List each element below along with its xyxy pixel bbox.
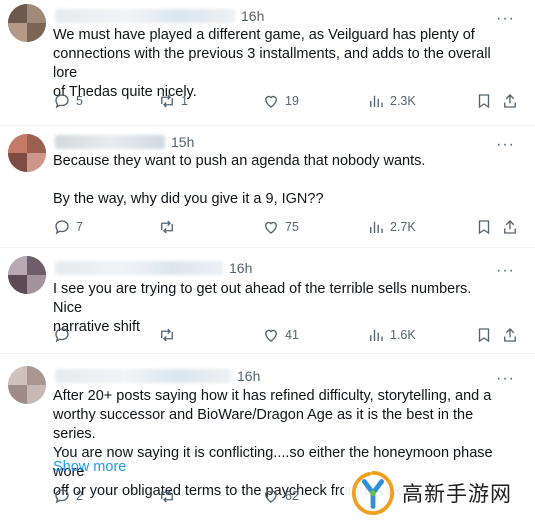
repost-icon xyxy=(161,94,173,108)
tweet-text: We must have played a different game, as… xyxy=(53,27,491,100)
like-button[interactable]: 62 xyxy=(262,487,299,505)
share-button[interactable] xyxy=(501,326,519,344)
views-count: 1.6K xyxy=(390,328,416,342)
reply-icon xyxy=(55,489,69,504)
bookmark-icon xyxy=(478,328,490,343)
like-count: 75 xyxy=(285,220,299,234)
bookmark-button[interactable] xyxy=(475,92,493,110)
timestamp[interactable]: 15h xyxy=(171,134,194,150)
reply-icon xyxy=(55,94,69,109)
author-name-blurred[interactable] xyxy=(55,369,231,383)
tweet-1[interactable]: 16h ··· We must have played a different … xyxy=(0,0,535,126)
tweet-2[interactable]: 15h ··· Because they want to push an age… xyxy=(0,126,535,248)
repost-count: 1 xyxy=(181,94,188,108)
views-icon xyxy=(370,329,383,341)
like-count: 62 xyxy=(285,489,299,503)
tweet-text: Because they want to push an agenda that… xyxy=(53,153,426,207)
avatar[interactable] xyxy=(8,4,46,42)
more-options-icon[interactable]: ··· xyxy=(496,11,515,27)
watermark-text: 高新手游网 xyxy=(402,482,512,506)
tweet-actions: 7 75 2.7K xyxy=(53,218,523,238)
tweet-header: 15h xyxy=(55,132,194,152)
heart-icon xyxy=(265,95,277,108)
repost-button[interactable] xyxy=(158,487,181,505)
repost-button[interactable] xyxy=(158,326,181,344)
views-button[interactable]: 2.7K xyxy=(367,218,416,236)
views-button[interactable]: 2.3K xyxy=(367,92,416,110)
reply-count: 2 xyxy=(76,489,83,503)
watermark-logo-icon xyxy=(351,470,395,516)
reply-button[interactable]: 5 xyxy=(53,92,83,110)
avatar[interactable] xyxy=(8,366,46,404)
share-button[interactable] xyxy=(501,92,519,110)
heart-icon xyxy=(265,329,277,342)
avatar[interactable] xyxy=(8,134,46,172)
share-icon xyxy=(504,328,516,342)
more-options-icon[interactable]: ··· xyxy=(496,371,515,387)
repost-button[interactable] xyxy=(158,218,181,236)
reply-count: 7 xyxy=(76,220,83,234)
watermark: 高新手游网 xyxy=(344,466,534,520)
timestamp[interactable]: 16h xyxy=(229,260,252,276)
author-name-blurred[interactable] xyxy=(55,261,223,275)
reply-button[interactable] xyxy=(53,326,76,344)
tweet-actions: 5 1 19 2.3K xyxy=(53,92,523,112)
repost-button[interactable]: 1 xyxy=(158,92,188,110)
views-button[interactable]: 1.6K xyxy=(367,326,416,344)
reply-button[interactable]: 7 xyxy=(53,218,83,236)
author-name-blurred[interactable] xyxy=(55,135,165,149)
like-button[interactable]: 75 xyxy=(262,218,299,236)
tweet-header: 16h xyxy=(55,366,260,386)
author-name-blurred[interactable] xyxy=(55,9,235,23)
avatar[interactable] xyxy=(8,256,46,294)
heart-icon xyxy=(265,490,277,503)
show-more-link[interactable]: Show more xyxy=(53,459,126,475)
views-icon xyxy=(370,221,383,233)
repost-icon xyxy=(161,220,173,234)
share-icon xyxy=(504,220,516,234)
like-button[interactable]: 19 xyxy=(262,92,299,110)
bookmark-icon xyxy=(478,220,490,235)
like-button[interactable]: 41 xyxy=(262,326,299,344)
tweet-3[interactable]: 16h ··· I see you are trying to get out … xyxy=(0,248,535,354)
views-count: 2.7K xyxy=(390,220,416,234)
reply-icon xyxy=(55,220,69,235)
bookmark-button[interactable] xyxy=(475,326,493,344)
tweet-header: 16h xyxy=(55,258,252,278)
bookmark-icon xyxy=(478,94,490,109)
views-icon xyxy=(370,95,383,107)
views-count: 2.3K xyxy=(390,94,416,108)
like-count: 19 xyxy=(285,94,299,108)
timestamp[interactable]: 16h xyxy=(237,368,260,384)
repost-icon xyxy=(161,489,173,503)
tweet-header: 16h xyxy=(55,6,264,26)
share-button[interactable] xyxy=(501,218,519,236)
reply-button[interactable]: 2 xyxy=(53,487,83,505)
more-options-icon[interactable]: ··· xyxy=(496,137,515,153)
heart-icon xyxy=(265,221,277,234)
repost-icon xyxy=(161,328,173,342)
bookmark-button[interactable] xyxy=(475,218,493,236)
reply-icon xyxy=(55,328,69,343)
share-icon xyxy=(504,94,516,108)
reply-count: 5 xyxy=(76,94,83,108)
tweet-actions: 41 1.6K xyxy=(53,326,523,346)
more-options-icon[interactable]: ··· xyxy=(496,263,515,279)
timestamp[interactable]: 16h xyxy=(241,8,264,24)
like-count: 41 xyxy=(285,328,299,342)
